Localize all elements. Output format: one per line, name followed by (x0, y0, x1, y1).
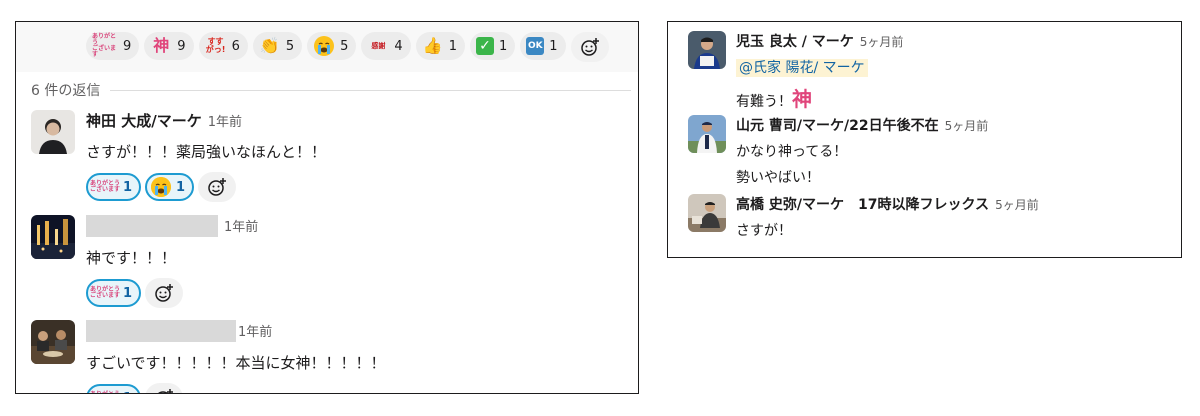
divider-line (110, 89, 631, 91)
reaction-clap[interactable]: 👏 5 (252, 32, 303, 60)
reaction-count: 1 (448, 38, 457, 54)
add-emoji-icon (208, 178, 227, 196)
timestamp[interactable]: 1年前 (238, 325, 272, 340)
kansha-icon: 感謝 (371, 41, 386, 50)
ok-icon: OK (526, 37, 545, 55)
timestamp[interactable]: 5ヶ月前 (995, 198, 1039, 212)
replies-divider: 6 件の返信 (31, 80, 631, 100)
kami-icon: 神 (153, 36, 170, 55)
reaction-arigato[interactable]: ありがとうございます 1 (86, 173, 142, 201)
sender-name[interactable]: 高橋 史弥/マーケ 17時以降フレックス (736, 197, 989, 213)
reaction-count: 5 (340, 38, 349, 54)
timestamp[interactable]: 1年前 (208, 115, 242, 130)
reaction-count: 1 (549, 38, 558, 54)
crying-face-icon (313, 35, 335, 57)
reaction-thumbs-up[interactable]: 👍 1 (415, 32, 465, 60)
thumbs-up-icon: 👍 (422, 36, 443, 55)
avatar[interactable] (688, 115, 726, 153)
add-emoji-icon (155, 284, 174, 302)
clap-icon: 👏 (259, 36, 280, 55)
avatar[interactable] (31, 110, 75, 154)
reaction-arigato[interactable]: ありがとうございます 1 (86, 384, 142, 394)
add-reaction-button[interactable] (570, 32, 609, 62)
reaction-count: 4 (394, 38, 403, 54)
reaction-kami[interactable]: 神9 (144, 32, 194, 60)
replies-count: 6 件の返信 (31, 83, 101, 99)
message-text: 勢いやばい！ (736, 170, 820, 186)
user-mention[interactable]: @氏家 陽花/ マーケ (736, 59, 868, 77)
reaction-count: 1 (123, 391, 132, 394)
reaction-arigato[interactable]: ありがとうございます 1 (86, 279, 142, 307)
reaction-cry[interactable]: 1 (145, 173, 195, 201)
message-text: さすが！！！薬局強いなほんと！！ (86, 143, 327, 161)
arigato-icon: ありがとうございます (90, 286, 121, 299)
add-emoji-icon (580, 38, 599, 56)
reaction-bar: ありがとう ございます 9 神 9 すす がっ! 6 👏 5 5 感謝 4 👍 1 ✓ 1 OK 1 (16, 22, 638, 72)
avatar[interactable] (688, 194, 726, 232)
avatar[interactable] (688, 31, 726, 69)
timestamp[interactable]: 1年前 (224, 220, 258, 235)
message-text: 有難う！ (736, 94, 792, 110)
message-reactions: ありがとうございます 1 (86, 278, 258, 308)
reaction-cry[interactable]: 5 (307, 32, 357, 60)
add-reaction-button[interactable] (198, 172, 237, 202)
crying-face-icon (151, 177, 172, 197)
add-emoji-icon (158, 389, 174, 393)
redacted-name (86, 320, 236, 342)
message-text: 神です！！！ (86, 249, 177, 267)
reaction-count: 1 (123, 179, 133, 195)
reaction-count: 1 (176, 179, 186, 195)
sender-name[interactable]: 山元 曹司/マーケ/22日午後不在 (736, 118, 939, 134)
sugoi-icon: すす がっ! (205, 37, 226, 54)
avatar[interactable] (31, 215, 75, 259)
message-text: すごいです！！！！！本当に女神！！！！！ (86, 354, 386, 372)
reaction-ok[interactable]: OK 1 (520, 32, 566, 60)
reaction-count: 9 (177, 38, 186, 54)
message-reactions: ありがとうございます 1 (86, 383, 386, 394)
add-reaction-button[interactable] (145, 383, 184, 393)
sender-name[interactable]: 児玉 良太 / マーケ (736, 34, 854, 50)
message-reactions: ありがとう ございます 1 1 (86, 172, 326, 202)
reaction-count: 1 (123, 285, 133, 301)
reaction-count: 5 (285, 38, 295, 54)
kami-emoji-icon: 神 (792, 87, 812, 111)
check-mark-icon: ✓ (475, 37, 494, 55)
avatar[interactable] (31, 320, 75, 364)
reaction-kansha[interactable]: 感謝 4 (361, 32, 411, 60)
sender-name[interactable]: 神田 大成/マーケ (86, 112, 202, 130)
reaction-arigato[interactable]: ありがとう ございます 9 (86, 32, 140, 60)
reaction-count: 9 (123, 38, 132, 54)
arigato-icon: ありがとうございます (90, 387, 120, 394)
message-text: かなり神ってる！ (736, 144, 848, 160)
redacted-name (86, 215, 218, 237)
reaction-list: ありがとう ございます 9 神 9 すす がっ! 6 👏 5 5 感謝 4 👍 1 ✓ 1 OK 1 (86, 32, 609, 62)
reaction-count: 6 (231, 38, 240, 54)
reaction-count: 1 (498, 38, 508, 54)
arigato-icon: ありがとうございます (90, 180, 121, 193)
timestamp[interactable]: 5ヶ月前 (945, 119, 989, 133)
thread-panel-right: 児玉 良太 / マーケ 5ヶ月前 @氏家 陽花/ マーケ 有難う！神 山元 曹司/… (667, 21, 1182, 258)
message-text: さすが！ (736, 223, 792, 239)
thread-panel-left: ありがとう ございます 9 神 9 すす がっ! 6 👏 5 5 感謝 4 👍 1 ✓ 1 OK 1 6 件の返信 … (15, 21, 639, 394)
arigato-icon: ありがとうございます (92, 33, 117, 58)
reaction-sugoi[interactable]: すす がっ! 6 (198, 32, 248, 60)
reaction-check[interactable]: ✓ 1 (469, 32, 516, 60)
timestamp[interactable]: 5ヶ月前 (860, 35, 904, 49)
add-reaction-button[interactable] (145, 278, 184, 308)
